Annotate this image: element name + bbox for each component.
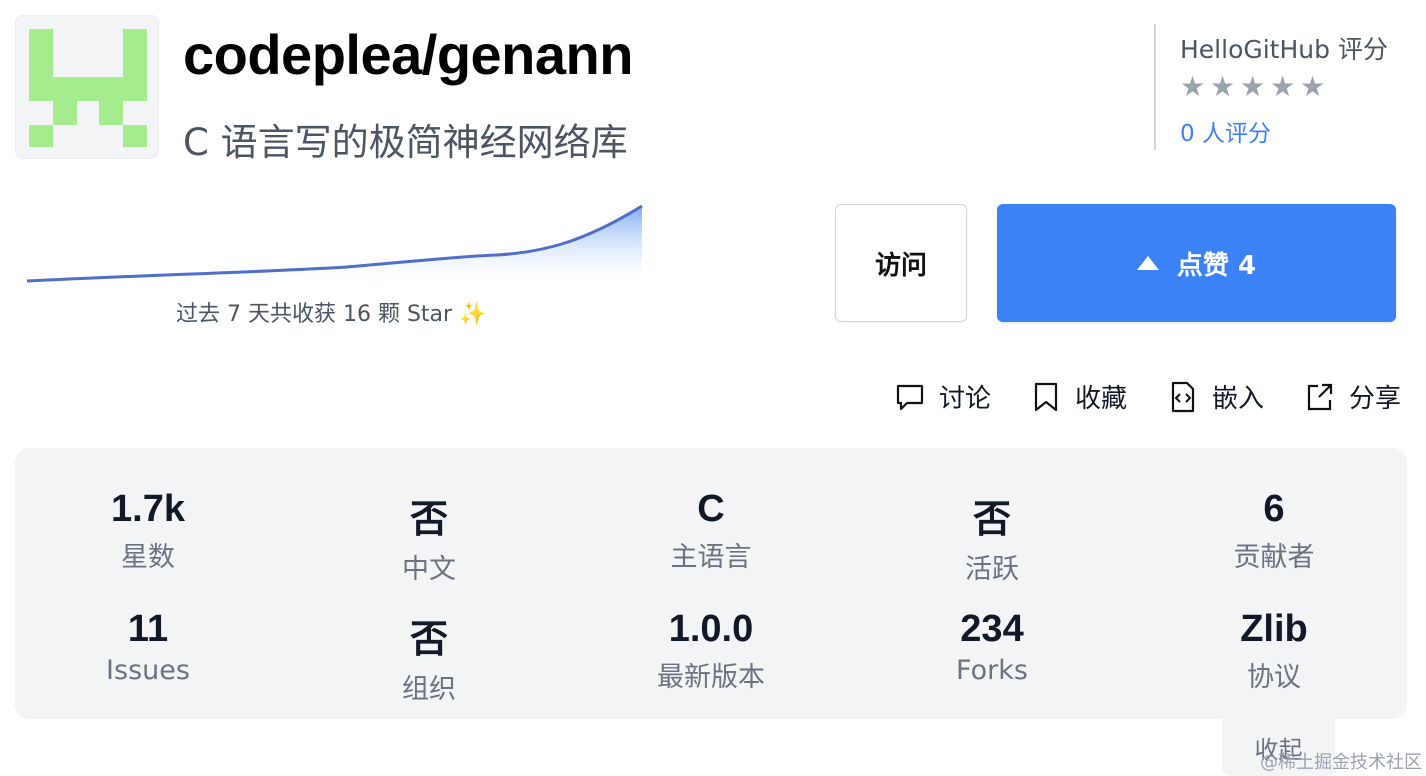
stat-label: 最新版本 bbox=[657, 662, 765, 693]
stat-forks[interactable]: 234 Forks bbox=[862, 608, 1122, 686]
stat-organization: 否 组织 bbox=[299, 608, 559, 706]
stat-value: 6 bbox=[1263, 488, 1285, 530]
star-icon[interactable]: ★ bbox=[1240, 73, 1266, 101]
stat-value: 否 bbox=[409, 497, 448, 541]
star-icon[interactable]: ★ bbox=[1210, 73, 1236, 101]
rating-title: HelloGitHub 评分 bbox=[1180, 35, 1388, 64]
bookmark-icon bbox=[1034, 382, 1058, 411]
stat-value: 1.7k bbox=[111, 488, 185, 530]
upvote-triangle-icon bbox=[1136, 256, 1159, 270]
watermark-text: @稀土掘金技术社区 bbox=[1260, 752, 1422, 773]
code-file-icon bbox=[1171, 381, 1195, 412]
stat-value: 11 bbox=[127, 608, 169, 650]
repo-title: codeplea/genann bbox=[183, 23, 633, 86]
stat-label: 活跃 bbox=[965, 554, 1019, 585]
star-icon[interactable]: ★ bbox=[1300, 73, 1326, 101]
stat-issues[interactable]: 11 Issues bbox=[18, 608, 278, 686]
star-icon[interactable]: ★ bbox=[1180, 73, 1206, 101]
stat-value: 234 bbox=[960, 608, 1024, 650]
favorite-label: 收藏 bbox=[1075, 384, 1128, 414]
stat-language: C 主语言 bbox=[581, 488, 841, 574]
like-button[interactable]: 点赞 4 bbox=[997, 204, 1396, 322]
stat-contributors: 6 贡献者 bbox=[1144, 488, 1404, 574]
stat-label: Issues bbox=[106, 655, 190, 686]
stat-label: Forks bbox=[956, 655, 1028, 686]
visit-button[interactable]: 访问 bbox=[835, 204, 967, 322]
rating-count-link[interactable]: 0 人评分 bbox=[1180, 114, 1414, 148]
stat-label: 组织 bbox=[402, 674, 456, 705]
stat-latest-version[interactable]: 1.0.0 最新版本 bbox=[581, 608, 841, 694]
stat-label: 主语言 bbox=[670, 542, 752, 573]
stat-value: 否 bbox=[972, 497, 1011, 541]
stat-label: 中文 bbox=[402, 554, 456, 585]
stat-stars: 1.7k 星数 bbox=[18, 488, 278, 574]
stat-label: 贡献者 bbox=[1233, 542, 1315, 573]
stat-label: 星数 bbox=[121, 542, 175, 573]
comment-icon bbox=[896, 384, 924, 410]
repo-description: C 语言写的极简神经网络库 bbox=[183, 121, 628, 164]
star-trend-caption: 过去 7 天共收获 16 颗 Star ✨ bbox=[176, 302, 487, 327]
star-trend-sparkline bbox=[27, 204, 643, 283]
repo-stats-panel: 1.7k 星数 否 中文 C 主语言 否 活跃 6 贡献者 11 Issues … bbox=[15, 448, 1407, 719]
rating-stars[interactable]: ★ ★ ★ ★ ★ bbox=[1180, 73, 1414, 101]
like-button-label: 点赞 4 bbox=[1176, 250, 1257, 281]
embed-action[interactable]: 嵌入 bbox=[1168, 378, 1264, 415]
rating-panel: HelloGitHub 评分 ★ ★ ★ ★ ★ 0 人评分 bbox=[1154, 24, 1414, 150]
discuss-label: 讨论 bbox=[939, 384, 992, 414]
share-label: 分享 bbox=[1349, 384, 1402, 414]
discuss-action[interactable]: 讨论 bbox=[895, 378, 991, 415]
stat-chinese: 否 中文 bbox=[299, 488, 559, 586]
repo-logo bbox=[15, 15, 159, 159]
stat-value: C bbox=[697, 488, 725, 530]
stat-license[interactable]: Zlib 协议 bbox=[1144, 608, 1404, 694]
stat-label: 协议 bbox=[1247, 662, 1301, 693]
repo-logo-image bbox=[29, 29, 147, 147]
sparkline-area bbox=[27, 206, 642, 282]
stat-value: 否 bbox=[409, 617, 448, 661]
stat-value: Zlib bbox=[1240, 608, 1308, 650]
embed-label: 嵌入 bbox=[1212, 384, 1265, 414]
favorite-action[interactable]: 收藏 bbox=[1031, 378, 1127, 415]
stat-value: 1.0.0 bbox=[668, 608, 754, 650]
share-external-icon bbox=[1307, 383, 1333, 410]
stat-active: 否 活跃 bbox=[862, 488, 1122, 586]
share-action[interactable]: 分享 bbox=[1305, 378, 1401, 415]
star-icon[interactable]: ★ bbox=[1270, 73, 1296, 101]
